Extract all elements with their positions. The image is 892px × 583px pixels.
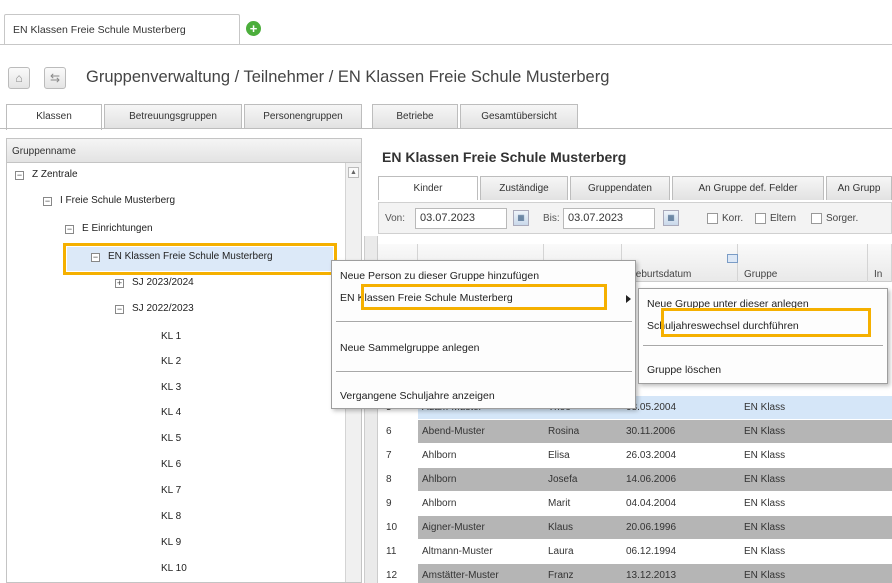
menu-item-neue-sammelgruppe[interactable]: Neue Sammelgruppe anlegen xyxy=(336,337,480,359)
grid-col-gruppe[interactable]: Gruppe xyxy=(738,244,868,282)
tab-gruppe-def-felder[interactable]: An Gruppe def. Felder xyxy=(672,176,824,200)
menu-item-vergangene-schuljahre[interactable]: Vergangene Schuljahre anzeigen xyxy=(336,385,495,407)
tab-betreuungsgruppen[interactable]: Betreuungsgruppen xyxy=(104,104,242,128)
table-row[interactable]: 11 Altmann-Muster Laura 06.12.1994 EN Kl… xyxy=(378,540,892,563)
group-tree-panel: Gruppenname ▲ − Z Zentrale − I Freie Schul… xyxy=(6,138,362,583)
date-filter-bar: Von: 03.07.2023 ▦ Bis: 03.07.2023 ▦ Korr… xyxy=(378,202,892,234)
tab-zustaendige[interactable]: Zuständige xyxy=(480,176,568,200)
menu-separator xyxy=(336,321,632,323)
tree-header-label: Gruppenname xyxy=(12,146,76,157)
column-chooser-icon[interactable] xyxy=(727,254,738,263)
tree-node-einrichtungen[interactable]: − E Einrichtungen xyxy=(65,223,153,243)
context-menu: Neue Person zu dieser Gruppe hinzufügen … xyxy=(331,260,636,409)
tree-node-en-klassen[interactable]: − EN Klassen Freie Schule Musterberg xyxy=(91,251,273,271)
tree-node-freie-schule[interactable]: − I Freie Schule Musterberg xyxy=(43,195,175,215)
von-date-input[interactable]: 03.07.2023 xyxy=(415,208,507,229)
tree-node-kl[interactable]: KL 3 xyxy=(161,382,181,402)
menu-separator xyxy=(643,345,883,347)
tab-gruppendaten[interactable]: Gruppendaten xyxy=(570,176,670,200)
von-label: Von: xyxy=(385,213,406,224)
group-title: EN Klassen Freie Schule Musterberg xyxy=(382,149,627,165)
tree-node-kl[interactable]: KL 5 xyxy=(161,433,181,453)
tree-node-sj-2023[interactable]: + SJ 2023/2024 xyxy=(115,277,194,297)
tab-personengruppen[interactable]: Personengruppen xyxy=(244,104,362,128)
calendar-icon[interactable]: ▦ xyxy=(513,210,529,226)
scroll-up-icon[interactable]: ▲ xyxy=(348,167,359,178)
calendar-icon[interactable]: ▦ xyxy=(663,210,679,226)
tree-node-kl[interactable]: KL 9 xyxy=(161,537,181,557)
collapse-icon[interactable]: − xyxy=(65,225,74,234)
table-row[interactable]: 6 Abend-Muster Rosina 30.11.2006 EN Klas… xyxy=(378,420,892,443)
tab-gesamtuebersicht[interactable]: Gesamtübersicht xyxy=(460,104,578,128)
eltern-checkbox[interactable] xyxy=(755,213,766,224)
submenu-arrow-icon xyxy=(626,295,631,303)
tab-betriebe[interactable]: Betriebe xyxy=(372,104,458,128)
tree-node-kl[interactable]: KL 1 xyxy=(161,331,181,351)
bis-label: Bis: xyxy=(543,213,560,224)
collapse-icon[interactable]: − xyxy=(43,197,52,206)
refresh-icon[interactable]: ⇆ xyxy=(44,67,66,89)
bis-date-input[interactable]: 03.07.2023 xyxy=(563,208,655,229)
tree-header: Gruppenname xyxy=(7,139,361,163)
table-row[interactable]: 12 Amstätter-Muster Franz 13.12.2013 EN … xyxy=(378,564,892,583)
grid-col-geburtsdatum[interactable]: Geburtsdatum xyxy=(622,244,738,282)
submenu-item-highlight xyxy=(661,308,871,337)
tab-bar-divider xyxy=(0,44,892,45)
expand-icon[interactable]: + xyxy=(115,279,124,288)
tab-klassen[interactable]: Klassen xyxy=(6,104,102,130)
tab-en-klassen[interactable]: EN Klassen Freie Schule Musterberg xyxy=(4,14,240,44)
tab-en-klassen-label: EN Klassen Freie Schule Musterberg xyxy=(13,24,186,36)
tab-an-gruppe[interactable]: An Grupp xyxy=(826,176,892,200)
tree-node-kl[interactable]: KL 6 xyxy=(161,459,181,479)
eltern-label: Eltern xyxy=(770,213,797,224)
home-icon[interactable]: ⌂ xyxy=(8,67,30,89)
sorger-checkbox[interactable] xyxy=(811,213,822,224)
tree-node-kl[interactable]: KL 7 xyxy=(161,485,181,505)
korr-label: Korr. xyxy=(722,213,744,224)
korr-checkbox[interactable] xyxy=(707,213,718,224)
tree-node-kl[interactable]: KL 8 xyxy=(161,511,181,531)
tab-kinder[interactable]: Kinder xyxy=(378,176,478,200)
menu-item-gruppe-loeschen[interactable]: Gruppe löschen xyxy=(643,359,721,381)
collapse-icon[interactable]: − xyxy=(15,171,24,180)
tree-node-z-zentrale[interactable]: − Z Zentrale xyxy=(15,169,78,189)
table-row[interactable]: 9 Ahlborn Marit 04.04.2004 EN Klass xyxy=(378,492,892,515)
tree-node-kl[interactable]: KL 4 xyxy=(161,407,181,427)
tree-node-sj-2022[interactable]: − SJ 2022/2023 xyxy=(115,303,194,323)
main-tab-divider xyxy=(0,128,892,129)
tree-node-kl[interactable]: KL 10 xyxy=(161,563,187,582)
table-row[interactable]: 8 Ahlborn Josefa 14.06.2006 EN Klass xyxy=(378,468,892,491)
table-row[interactable]: 7 Ahlborn Elisa 26.03.2004 EN Klass xyxy=(378,444,892,467)
collapse-icon[interactable]: − xyxy=(115,305,124,314)
plus-icon[interactable]: + xyxy=(246,21,261,36)
sorger-label: Sorger. xyxy=(826,213,859,224)
menu-separator xyxy=(336,371,632,373)
breadcrumb: Gruppenverwaltung / Teilnehmer / EN Klas… xyxy=(86,68,610,86)
table-row[interactable]: 10 Aigner-Muster Klaus 20.06.1996 EN Kla… xyxy=(378,516,892,539)
tree-node-kl[interactable]: KL 2 xyxy=(161,356,181,376)
grid-col[interactable]: In xyxy=(868,244,892,282)
collapse-icon[interactable]: − xyxy=(91,253,100,262)
menu-item-highlight xyxy=(361,284,607,310)
